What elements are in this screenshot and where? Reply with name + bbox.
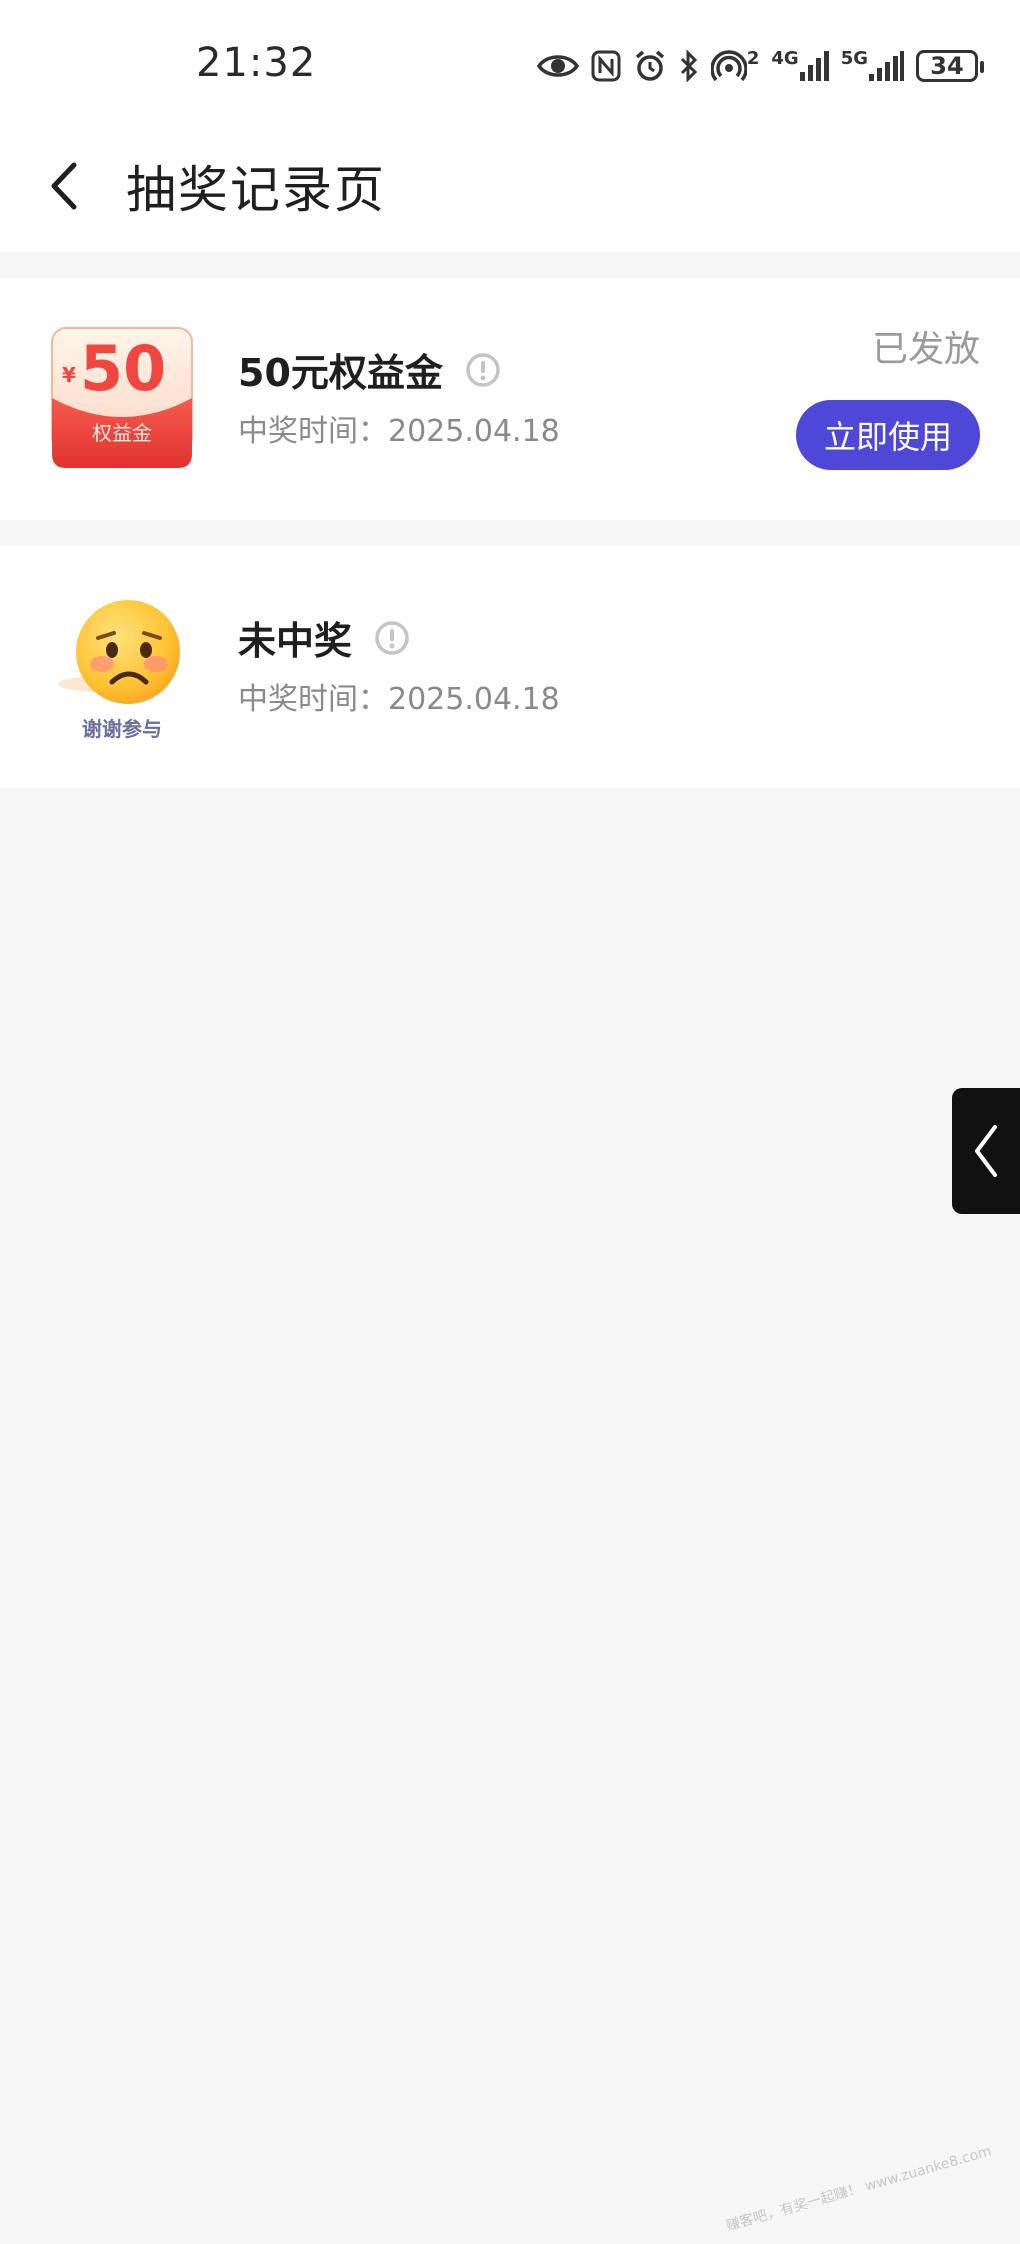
status-icons: 2 4G 5G 34 [536, 42, 984, 90]
item-title: 50元权益金 [238, 342, 501, 397]
bluetooth-icon [679, 50, 699, 82]
battery-level: 34 [930, 52, 964, 80]
eye-icon [536, 52, 579, 80]
signal-4g-label: 4G [771, 48, 799, 69]
signal-icon [799, 51, 829, 81]
info-icon[interactable] [465, 352, 501, 388]
battery-icon: 34 [916, 50, 984, 82]
envelope-caption: 权益金 [92, 421, 152, 445]
page-title: 抽奖记录页 [126, 161, 386, 219]
status-time: 21:32 [196, 40, 317, 86]
watermark: 赚客吧，有奖一起赚！ www.zuanke8.com [724, 2143, 994, 2235]
item-title-text: 50元权益金 [238, 351, 443, 395]
status-bar: 21:32 2 4G 5G 34 [0, 0, 1020, 120]
header: 抽奖记录页 [0, 120, 1020, 252]
record-card: 谢谢参与 未中奖 中奖时间：2025.04.18 [0, 546, 1020, 788]
item-title: 未中奖 [238, 610, 410, 665]
signal-5g: 5G [841, 50, 904, 82]
info-icon[interactable] [374, 620, 410, 656]
signal-5g-label: 5G [840, 48, 868, 69]
chevron-left-icon [51, 162, 77, 210]
envelope-currency: ¥ [62, 363, 76, 387]
sad-face-thumbnail: 谢谢参与 [40, 586, 204, 750]
nfc-icon [591, 50, 621, 82]
alarm-icon [633, 49, 667, 83]
status-badge: 已发放 [871, 329, 980, 370]
signal-icon [869, 51, 904, 81]
side-floating-tab[interactable] [952, 1088, 1020, 1214]
item-title-text: 未中奖 [238, 619, 353, 663]
envelope-amount: 50 [80, 332, 166, 405]
hotspot-icon: 2 [710, 48, 760, 82]
chevron-left-icon [975, 1125, 997, 1177]
use-now-button[interactable]: 立即使用 [796, 400, 980, 470]
hotspot-count: 2 [746, 48, 760, 69]
red-envelope-thumbnail: ¥ 50 权益金 [40, 318, 204, 482]
item-time: 中奖时间：2025.04.18 [238, 682, 560, 717]
signal-4g: 4G [771, 48, 829, 82]
item-time: 中奖时间：2025.04.18 [238, 414, 560, 449]
back-button[interactable] [38, 158, 88, 214]
record-card: ¥ 50 权益金 50元权益金 中奖时间：2025.04.18 已发放 立即使用 [0, 278, 1020, 520]
thumb-caption: 谢谢参与 [82, 717, 162, 741]
